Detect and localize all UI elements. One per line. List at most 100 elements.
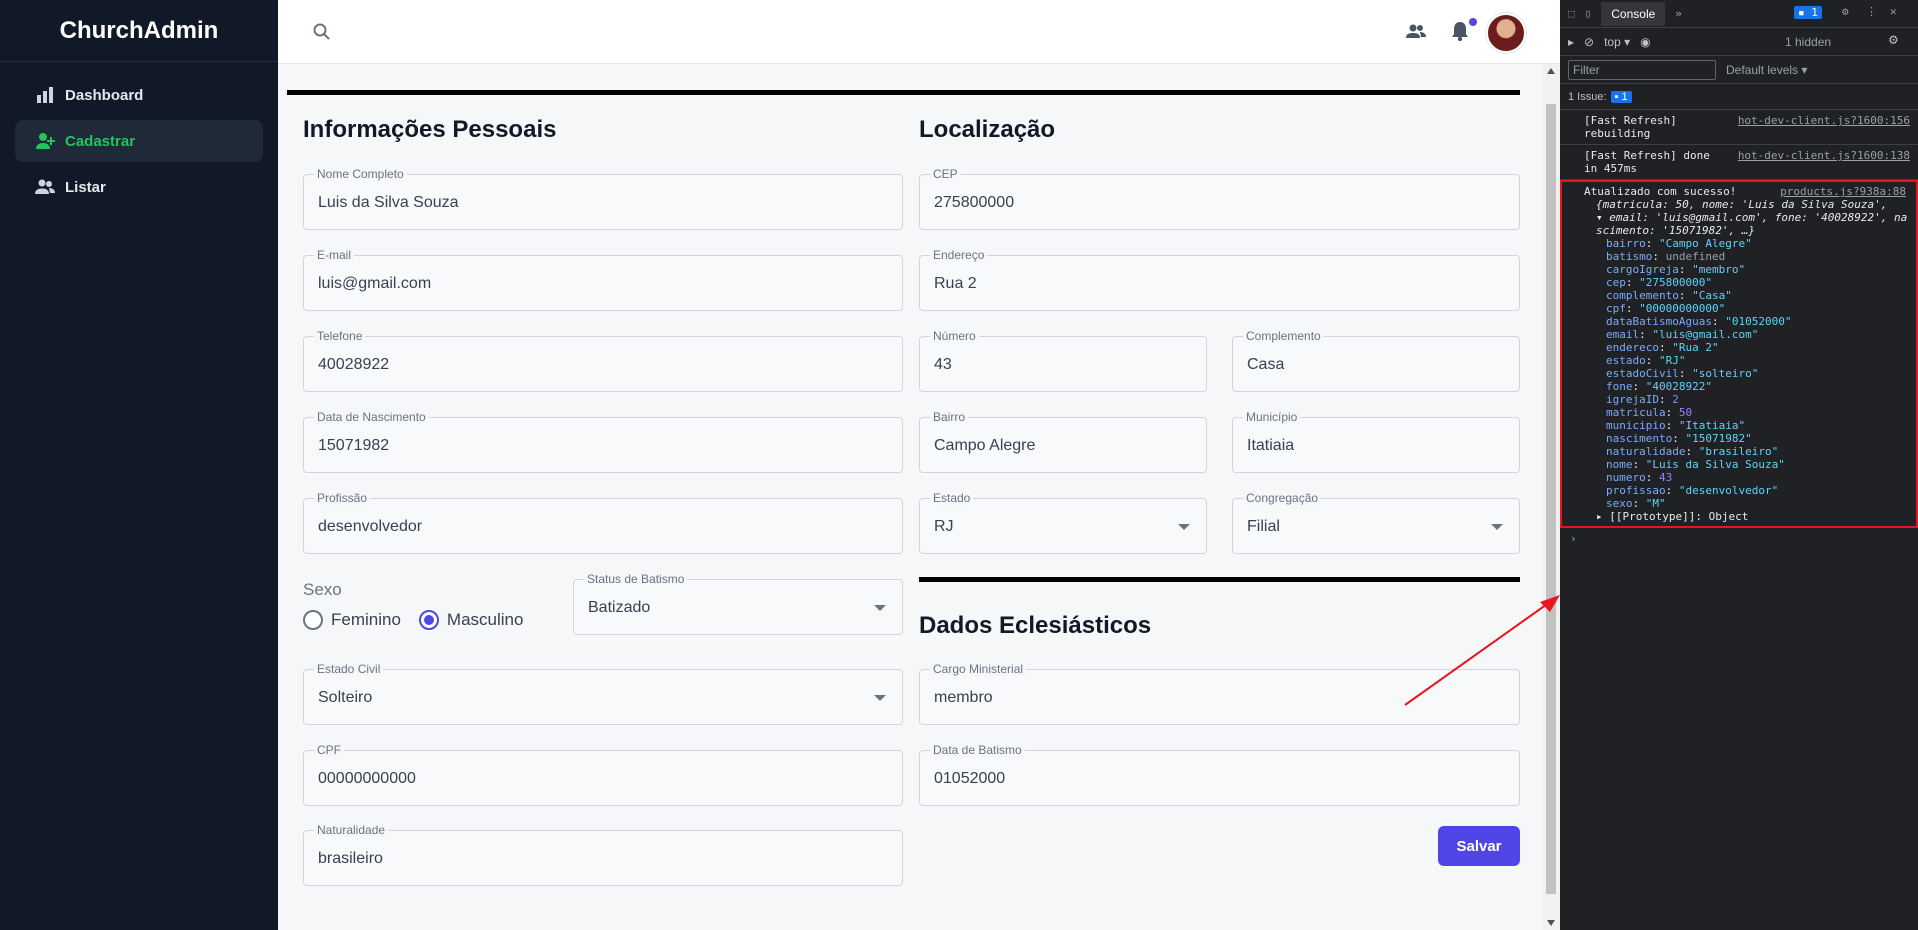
sidebar-item-cadastrar[interactable]: Cadastrar <box>15 120 263 162</box>
state-select[interactable]: Estado RJ <box>919 491 1207 554</box>
property-key: naturalidade <box>1606 445 1686 458</box>
radio-label: Masculino <box>446 610 524 629</box>
property-key: fone <box>1606 380 1633 393</box>
property-value: "Campo Alegre" <box>1659 237 1752 250</box>
profession-field[interactable]: Profissão desenvolvedor <box>303 491 903 554</box>
console-log-entry: [Fast Refresh] rebuilding hot-dev-client… <box>1560 110 1918 145</box>
chevron-down-icon[interactable] <box>874 605 886 611</box>
property-key: bairro <box>1606 237 1646 250</box>
issues-badge: ▪ 1 <box>1610 90 1632 103</box>
sidebar: ChurchAdmin Dashboard Cadastrar Listar <box>0 0 278 930</box>
log-text: in 457ms <box>1584 162 1637 175</box>
cep-field[interactable]: CEP 275800000 <box>919 167 1520 230</box>
bell-icon[interactable] <box>1450 20 1470 42</box>
field-value: Batizado <box>588 599 651 616</box>
search-icon[interactable] <box>312 22 332 42</box>
city-field[interactable]: Município Itatiaia <box>1232 410 1520 473</box>
sidebar-toggle-icon[interactable]: ▸ <box>1568 35 1574 49</box>
scroll-up-icon[interactable] <box>1547 68 1555 74</box>
issues-count: 1 <box>1621 90 1628 103</box>
object-preview-text: email: 'luis@gmail.com', fone: '40028922… <box>1609 211 1908 224</box>
log-source-link[interactable]: products.js?938a:88 <box>1780 185 1906 198</box>
property-value: "Casa" <box>1692 289 1732 302</box>
civil-status-select[interactable]: Estado Civil Solteiro <box>303 662 903 725</box>
baptism-date-field[interactable]: Data de Batismo 01052000 <box>919 743 1520 806</box>
email-field[interactable]: E-mail luis@gmail.com <box>303 248 903 311</box>
sidebar-item-listar[interactable]: Listar <box>15 166 263 208</box>
close-icon[interactable]: ✕ <box>1890 5 1897 18</box>
tab-console[interactable]: Console <box>1601 1 1666 26</box>
field-label: Município <box>1243 410 1301 424</box>
field-label: Telefone <box>314 329 366 343</box>
field-label: Nome Completo <box>314 167 407 181</box>
baptism-status-select[interactable]: Status de Batismo Batizado <box>573 572 903 635</box>
more-tabs-icon[interactable]: » <box>1675 7 1682 20</box>
object-preview[interactable]: ▾ email: 'luis@gmail.com', fone: '400289… <box>1584 211 1910 224</box>
inspect-icon[interactable]: ⬚ <box>1568 7 1575 20</box>
clear-console-icon[interactable]: ⊘ <box>1584 35 1594 49</box>
property-value: "RJ" <box>1659 354 1686 367</box>
page-scrollbar[interactable] <box>1542 64 1560 930</box>
field-value: Filial <box>1247 518 1280 535</box>
property-key: dataBatismoAguas <box>1606 315 1712 328</box>
live-expression-icon[interactable]: ◉ <box>1640 35 1650 49</box>
object-property: endereco: "Rua 2" <box>1606 341 1719 354</box>
context-select[interactable]: top ▾ <box>1604 35 1630 49</box>
prototype-row[interactable]: ▸ [[Prototype]]: Object <box>1584 510 1910 523</box>
congregation-select[interactable]: Congregação Filial <box>1232 491 1520 554</box>
object-preview[interactable]: {matricula: 50, nome: 'Luis da Silva Sou… <box>1584 198 1910 211</box>
scroll-down-icon[interactable] <box>1547 920 1555 926</box>
console-filter-input[interactable]: Filter <box>1568 59 1716 80</box>
save-button[interactable]: Salvar <box>1438 826 1520 866</box>
log-levels-select[interactable]: Default levels ▾ <box>1726 63 1807 77</box>
property-key: sexo <box>1606 497 1633 510</box>
log-source-link[interactable]: hot-dev-client.js?1600:138 <box>1738 149 1910 162</box>
cpf-field[interactable]: CPF 00000000000 <box>303 743 903 806</box>
app-logo[interactable]: ChurchAdmin <box>0 0 278 62</box>
field-label: Data de Batismo <box>930 743 1025 757</box>
field-label: Endereço <box>930 248 988 262</box>
radio-circle-selected[interactable] <box>418 610 439 630</box>
property-value: "40028922" <box>1645 380 1712 393</box>
complement-field[interactable]: Complemento Casa <box>1232 329 1520 392</box>
field-value: 01052000 <box>934 770 1006 787</box>
issues-bar[interactable]: 1 Issue: ▪ 1 <box>1560 84 1918 110</box>
property-value: "brasileiro" <box>1698 445 1779 458</box>
name-field[interactable]: Nome Completo Luis da Silva Souza <box>303 167 903 230</box>
log-levels-value: Default levels <box>1726 62 1799 77</box>
field-value: 43 <box>934 356 952 373</box>
settings-icon[interactable]: ⚙ <box>1842 5 1849 18</box>
property-value: "01052000" <box>1725 315 1792 328</box>
device-toggle-icon[interactable]: ▯ <box>1585 7 1592 20</box>
radio-masculino[interactable]: Masculino <box>418 610 524 630</box>
property-value: "membro" <box>1692 263 1746 276</box>
neighborhood-field[interactable]: Bairro Campo Alegre <box>919 410 1207 473</box>
log-source-link[interactable]: hot-dev-client.js?1600:156 <box>1738 114 1910 127</box>
more-options-icon[interactable]: ⋮ <box>1866 5 1877 18</box>
sidebar-item-dashboard[interactable]: Dashboard <box>15 74 263 116</box>
scrollbar-thumb[interactable] <box>1546 104 1556 894</box>
birthdate-field[interactable]: Data de Nascimento 15071982 <box>303 410 903 473</box>
property-value: "Luis da Silva Souza" <box>1645 458 1785 471</box>
chevron-down-icon[interactable] <box>1491 524 1503 530</box>
field-label: Cargo Ministerial <box>930 662 1027 676</box>
messages-badge[interactable]: ▪ 1 <box>1794 6 1822 19</box>
chevron-down-icon[interactable] <box>874 695 886 701</box>
radio-feminino[interactable]: Feminino <box>303 610 401 630</box>
address-field[interactable]: Endereço Rua 2 <box>919 248 1520 311</box>
object-property: fone: "40028922" <box>1606 380 1712 393</box>
user-plus-icon <box>36 133 55 149</box>
field-label: Complemento <box>1243 329 1324 343</box>
number-field[interactable]: Número 43 <box>919 329 1207 392</box>
radio-circle[interactable] <box>303 610 323 630</box>
console-prompt[interactable]: › <box>1560 528 1918 545</box>
hidden-count: 1 hidden <box>1785 35 1832 49</box>
property-value: 50 <box>1678 406 1693 419</box>
people-icon[interactable] <box>1406 22 1426 42</box>
field-label: E-mail <box>314 248 355 262</box>
naturality-field[interactable]: Naturalidade brasileiro <box>303 823 903 886</box>
console-settings-icon[interactable]: ⚙ <box>1888 33 1899 47</box>
avatar[interactable] <box>1486 13 1526 53</box>
chevron-down-icon[interactable] <box>1178 524 1190 530</box>
phone-field[interactable]: Telefone 40028922 <box>303 329 903 392</box>
